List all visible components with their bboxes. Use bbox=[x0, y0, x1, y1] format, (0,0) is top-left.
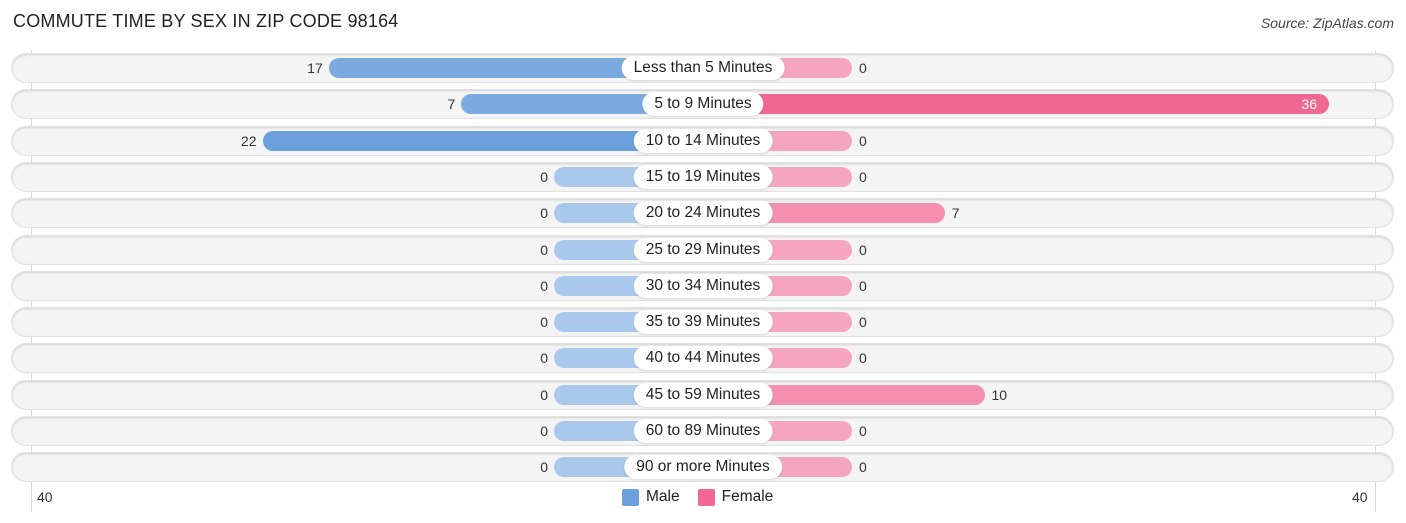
category-label: 60 to 89 Minutes bbox=[633, 419, 773, 443]
female-value-label: 36 bbox=[1301, 96, 1317, 113]
female-value-label: 7 bbox=[951, 205, 960, 222]
category-label: 90 or more Minutes bbox=[624, 455, 782, 480]
female-value-label: 0 bbox=[859, 132, 867, 149]
male-value-label: 0 bbox=[540, 277, 548, 294]
category-label: 20 to 24 Minutes bbox=[633, 201, 773, 226]
category-label: 25 to 29 Minutes bbox=[633, 237, 773, 262]
legend-item-male: Male bbox=[622, 488, 680, 506]
chart-title: COMMUTE TIME BY SEX IN ZIP CODE 98164 bbox=[13, 11, 399, 31]
female-value-label: 0 bbox=[859, 459, 867, 476]
female-bar bbox=[703, 94, 1329, 115]
legend-label-male: Male bbox=[646, 488, 680, 505]
category-label: 40 to 44 Minutes bbox=[633, 346, 773, 371]
male-value-label: 0 bbox=[540, 241, 548, 258]
female-value-label: 0 bbox=[859, 350, 867, 367]
male-value-label: 22 bbox=[240, 132, 257, 149]
category-label: 35 to 39 Minutes bbox=[633, 310, 773, 335]
female-value-label: 0 bbox=[859, 314, 867, 331]
female-value-label: 0 bbox=[859, 241, 867, 258]
male-value-label: 0 bbox=[540, 168, 548, 185]
male-value-label: 0 bbox=[540, 205, 548, 222]
male-value-label: 0 bbox=[540, 314, 548, 331]
source-label: Source: ZipAtlas.com bbox=[1260, 15, 1394, 31]
female-value-label: 0 bbox=[859, 423, 867, 439]
female-value-label: 10 bbox=[991, 386, 1008, 403]
male-value-label: 0 bbox=[540, 423, 548, 439]
legend-label-female: Female bbox=[721, 488, 774, 505]
male-value-label: 0 bbox=[540, 459, 548, 476]
category-label: Less than 5 Minutes bbox=[621, 56, 785, 80]
category-label: 30 to 34 Minutes bbox=[633, 273, 773, 298]
female-value-label: 0 bbox=[859, 168, 867, 185]
category-label: 45 to 59 Minutes bbox=[633, 382, 773, 407]
legend-item-female: Female bbox=[697, 488, 774, 506]
female-value-label: 0 bbox=[859, 60, 867, 76]
axis-min-label: 40 bbox=[37, 489, 53, 505]
category-label: 15 to 19 Minutes bbox=[633, 164, 773, 189]
male-value-label: 0 bbox=[540, 386, 548, 403]
category-label: 5 to 9 Minutes bbox=[642, 92, 764, 117]
legend-swatch-male bbox=[622, 488, 639, 506]
category-label: 10 to 14 Minutes bbox=[633, 128, 773, 153]
male-value-label: 17 bbox=[307, 60, 323, 76]
legend: Male Female bbox=[622, 488, 791, 506]
male-value-label: 0 bbox=[540, 350, 548, 367]
legend-swatch-female bbox=[697, 488, 715, 506]
male-value-label: 7 bbox=[447, 96, 456, 113]
axis-max-label: 40 bbox=[1352, 489, 1368, 505]
female-value-label: 0 bbox=[859, 277, 867, 294]
